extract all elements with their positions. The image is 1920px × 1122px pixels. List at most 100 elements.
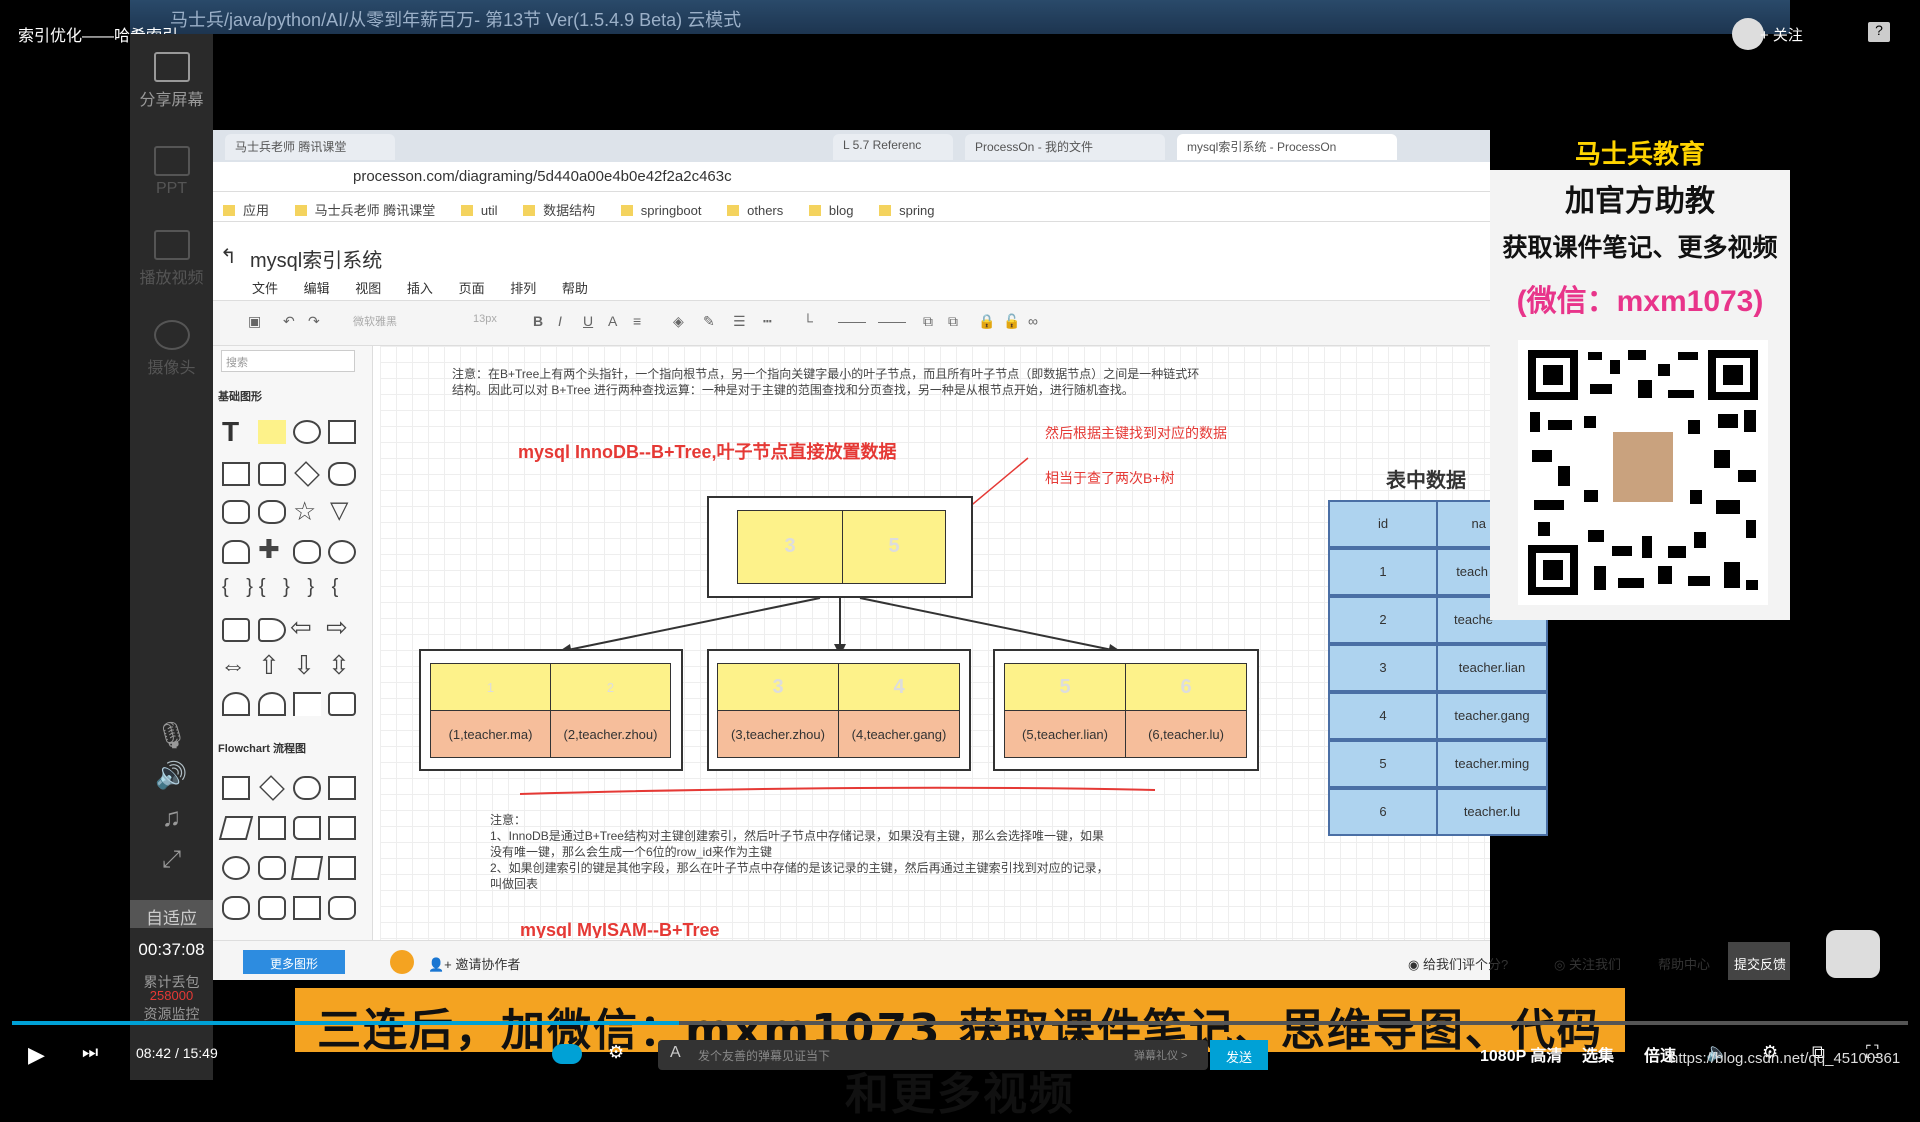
delay-shape[interactable] <box>258 896 286 920</box>
hexagon-shape[interactable] <box>222 500 250 524</box>
arrow-up-shape[interactable]: ⇧ <box>258 650 280 681</box>
manual-op-shape[interactable] <box>293 896 321 920</box>
line-start-icon[interactable]: —— <box>838 313 866 329</box>
bookmark-util[interactable]: util <box>461 203 498 218</box>
star-shape[interactable]: ☆ <box>293 496 316 527</box>
follow-us-button[interactable]: ◎ 关注我们 <box>1554 954 1621 973</box>
episodes-button[interactable]: 选集 <box>1582 1042 1614 1066</box>
volume-icon[interactable]: 🔊 <box>130 760 213 791</box>
mic-mute-icon[interactable]: 🎙 <box>130 720 213 751</box>
feedback-button[interactable]: 提交反馈 <box>1728 942 1790 980</box>
menu-edit[interactable]: 编辑 <box>304 281 330 296</box>
bookmark-ds[interactable]: 数据结构 <box>523 200 595 219</box>
italic-icon[interactable]: I <box>558 313 562 329</box>
user-avatar[interactable] <box>390 950 414 974</box>
uturn-shape[interactable] <box>222 692 250 716</box>
arrow-down-shape[interactable]: ⇩ <box>293 650 315 681</box>
redo-icon[interactable]: ↷ <box>308 313 320 330</box>
danmu-toggle[interactable] <box>552 1044 582 1064</box>
ppt-button[interactable]: PPT <box>130 146 213 198</box>
font-family-select[interactable]: 微软雅黑 <box>353 313 397 329</box>
process-shape[interactable] <box>222 776 250 800</box>
menu-help[interactable]: 帮助 <box>562 281 588 296</box>
uturn-shape[interactable] <box>258 692 286 716</box>
card-shape[interactable] <box>222 618 250 642</box>
bookmark-tencent[interactable]: 马士兵老师 腾讯课堂 <box>295 200 436 219</box>
bookmark-blog[interactable]: blog <box>809 203 854 218</box>
tab-reference[interactable]: L 5.7 Referenc <box>833 134 953 160</box>
quality-select[interactable]: 1080P 高清 <box>1480 1042 1562 1066</box>
predefined-shape[interactable] <box>258 816 286 840</box>
fill-icon[interactable]: ◈ <box>673 313 684 330</box>
rect-shape[interactable] <box>222 462 250 486</box>
cylinder-shape[interactable] <box>222 540 250 564</box>
play-video-button[interactable]: 播放视频 <box>130 230 213 288</box>
danmu-settings-icon[interactable]: ⚙ <box>608 1042 624 1063</box>
brace-shapes[interactable]: { }{ } } { <box>222 576 344 599</box>
underline-icon[interactable]: U <box>583 313 593 329</box>
bookmark-springboot[interactable]: springboot <box>621 203 702 218</box>
follow-button[interactable]: + 关注 <box>1760 24 1803 45</box>
preparation-shape[interactable] <box>328 896 356 920</box>
section-basic-shapes[interactable]: 基础图形 <box>218 388 262 404</box>
delay-shape[interactable] <box>258 618 286 642</box>
menu-view[interactable]: 视图 <box>355 281 381 296</box>
undo-icon[interactable]: ↶ <box>283 313 295 330</box>
menu-arrange[interactable]: 排列 <box>510 281 536 296</box>
bookmark-spring[interactable]: spring <box>879 203 934 218</box>
menu-file[interactable]: 文件 <box>252 281 278 296</box>
danmu-style-icon[interactable]: A <box>670 1044 681 1062</box>
cloud-shape[interactable] <box>293 540 321 564</box>
bookmark-others[interactable]: others <box>727 203 783 218</box>
danmu-send-button[interactable]: 发送 <box>1210 1040 1268 1070</box>
text-shape[interactable]: T <box>222 416 239 448</box>
tab-mysql-index[interactable]: mysql索引系统 - ProcessOn <box>1177 134 1397 160</box>
triangle-down-shape[interactable]: ▽ <box>330 496 348 525</box>
terminator-shape[interactable] <box>293 776 321 800</box>
invite-button[interactable]: 👤+ 邀请协作者 <box>428 954 520 973</box>
danmu-etiquette-link[interactable]: 弹幕礼仪 > <box>1134 1047 1187 1063</box>
pentagon-shape[interactable] <box>328 462 356 486</box>
unlock-icon[interactable]: 🔓 <box>1003 313 1020 330</box>
line-color-icon[interactable]: ✎ <box>703 313 715 330</box>
internal-storage-shape[interactable] <box>328 816 356 840</box>
bold-icon[interactable]: B <box>533 313 543 329</box>
corner-shape[interactable] <box>293 692 321 716</box>
back-arrow-icon[interactable]: ↰ <box>220 244 237 269</box>
menu-insert[interactable]: 插入 <box>407 281 433 296</box>
circle-shape[interactable] <box>293 420 321 444</box>
rect-shape[interactable] <box>328 692 356 716</box>
octagon-shape[interactable] <box>258 500 286 524</box>
more-shapes-button[interactable]: 更多图形 <box>243 950 345 974</box>
play-icon[interactable]: ▶ <box>28 1042 45 1068</box>
rect-shape[interactable] <box>328 420 356 444</box>
document-title[interactable]: mysql索引系统 <box>250 244 382 273</box>
back-icon[interactable]: ⧉ <box>948 313 958 330</box>
address-bar[interactable]: processon.com/diagraming/5d440a00e4b0e42… <box>213 162 1490 192</box>
bilibili-tv-icon[interactable] <box>1826 930 1880 978</box>
lock-icon[interactable]: 🔒 <box>978 313 995 330</box>
format-painter-icon[interactable]: ▣ <box>248 313 261 330</box>
line-end-icon[interactable]: —— <box>878 313 906 329</box>
display-shape[interactable] <box>258 856 286 880</box>
font-size-select[interactable]: 13px <box>473 313 497 325</box>
shape-search-input[interactable]: 搜索 <box>221 350 355 372</box>
ellipse-shape[interactable] <box>328 540 356 564</box>
danmu-input[interactable]: 发个友善的弹幕见证当下 <box>658 1040 1208 1070</box>
rounded-rect-shape[interactable] <box>258 462 286 486</box>
arrow-both-shape[interactable]: ⇔ <box>220 650 246 681</box>
tape-shape[interactable] <box>222 896 250 920</box>
help-center-link[interactable]: 帮助中心 <box>1658 954 1710 973</box>
note-shape[interactable] <box>258 420 286 444</box>
stored-data-shape[interactable] <box>293 816 321 840</box>
share-screen-button[interactable]: 分享屏幕 <box>130 52 213 110</box>
section-flowchart[interactable]: Flowchart 流程图 <box>218 740 306 756</box>
tab-processon-files[interactable]: ProcessOn - 我的文件 <box>965 134 1165 160</box>
rate-button[interactable]: ◉ 给我们评个分? <box>1408 954 1508 973</box>
help-icon[interactable]: ? <box>1868 22 1890 42</box>
line-width-icon[interactable]: ☰ <box>733 313 746 330</box>
menu-page[interactable]: 页面 <box>459 281 485 296</box>
front-icon[interactable]: ⧉ <box>923 313 933 330</box>
fullscreen-icon[interactable]: ⤢ <box>130 846 213 874</box>
document-shape[interactable] <box>328 776 356 800</box>
